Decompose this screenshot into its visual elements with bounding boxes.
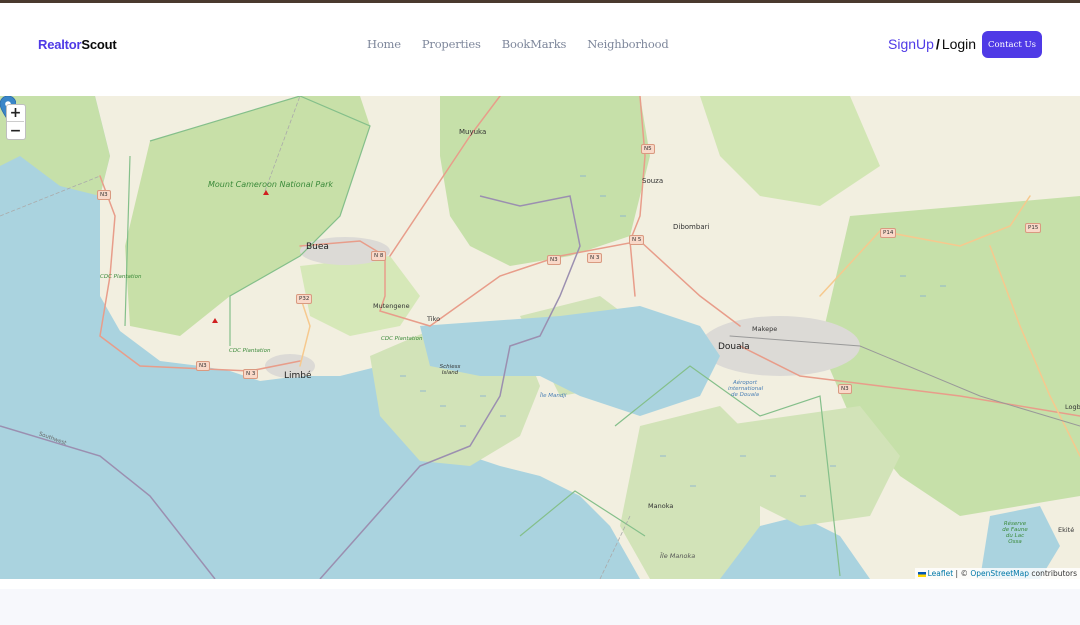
map-attribution: Leaflet | © OpenStreetMap contributors [914,568,1080,579]
label-cdc-plantation-3: CDC Plantation [381,336,423,342]
page-footer-section [0,589,1080,625]
login-link[interactable]: Login [942,36,976,52]
zoom-control: + − [6,104,26,140]
map-tiles [0,96,1080,579]
label-limbe: Limbé [284,371,312,381]
label-ile-mandji: Île Mandji [540,393,567,399]
label-manoka: Manoka [648,502,674,510]
attribution-suffix: contributors [1029,569,1077,578]
shield-n3: N 3 [587,253,603,263]
contact-us-button[interactable]: Contact Us [982,31,1042,58]
label-ekite: Ekité [1058,526,1075,534]
ukraine-flag-icon [917,571,926,577]
shield-n3: N3 [196,361,210,371]
auth-links: SignUp / Login [888,36,976,52]
label-souza: Souza [642,177,664,185]
nav-bookmarks[interactable]: BookMarks [502,37,567,51]
logo-realtor: Realtor [38,37,82,52]
label-cdc-plantation-2: CDC Plantation [229,348,271,354]
label-dibombari: Dibombari [673,223,710,231]
shield-n3: N3 [838,384,852,394]
shield-n5: N 5 [629,235,645,245]
shield-n8: N 8 [371,251,387,261]
label-cdc-plantation-1: CDC Plantation [100,274,142,280]
label-mutengene: Mutengene [373,302,410,310]
shield-n3: N3 [547,255,561,265]
auth-separator: / [935,36,940,52]
nav-properties[interactable]: Properties [422,37,481,51]
shield-p32: P32 [296,294,313,304]
main-nav: Home Properties BookMarks Neighborhood [367,37,690,51]
nav-neighborhood[interactable]: Neighborhood [587,37,669,51]
osm-link[interactable]: OpenStreetMap [970,569,1029,578]
label-ile-manoka: Île Manoka [660,552,696,560]
label-makepe: Makepe [752,325,778,333]
attribution-sep: | © [953,569,971,578]
nav-home[interactable]: Home [367,37,401,51]
label-airport: Aéroport international de Douala [728,380,764,398]
logo-scout: Scout [81,37,117,52]
label-logb: Logb [1065,403,1080,411]
zoom-out-button[interactable]: − [7,122,24,139]
logo[interactable]: RealtorScout [38,37,117,52]
shield-p14: P14 [880,228,897,238]
label-schiess-island: Schiess Island [439,364,461,376]
admin-line-1 [0,175,101,217]
shield-n5: N5 [641,144,655,154]
shield-p15: P15 [1025,223,1042,233]
label-lac-ossa-reserve: Réserve de Faune du Lac Ossa [1002,521,1028,545]
label-muyuka: Muyuka [459,128,487,136]
label-mount-cameroon: Mount Cameroon National Park [208,180,334,189]
zoom-in-button[interactable]: + [7,105,24,122]
shield-n3: N3 [97,190,111,200]
shield-n3: N 3 [243,369,259,379]
site-header: RealtorScout Home Properties BookMarks N… [0,3,1080,96]
label-tiko: Tiko [427,315,441,323]
label-buea: Buea [306,242,329,252]
map-view[interactable]: Mount Cameroon National Park Buea Muyuka… [0,96,1080,579]
signup-link[interactable]: SignUp [888,36,934,52]
leaflet-link[interactable]: Leaflet [928,569,954,578]
border-1 [0,425,216,579]
label-douala: Douala [718,342,750,352]
